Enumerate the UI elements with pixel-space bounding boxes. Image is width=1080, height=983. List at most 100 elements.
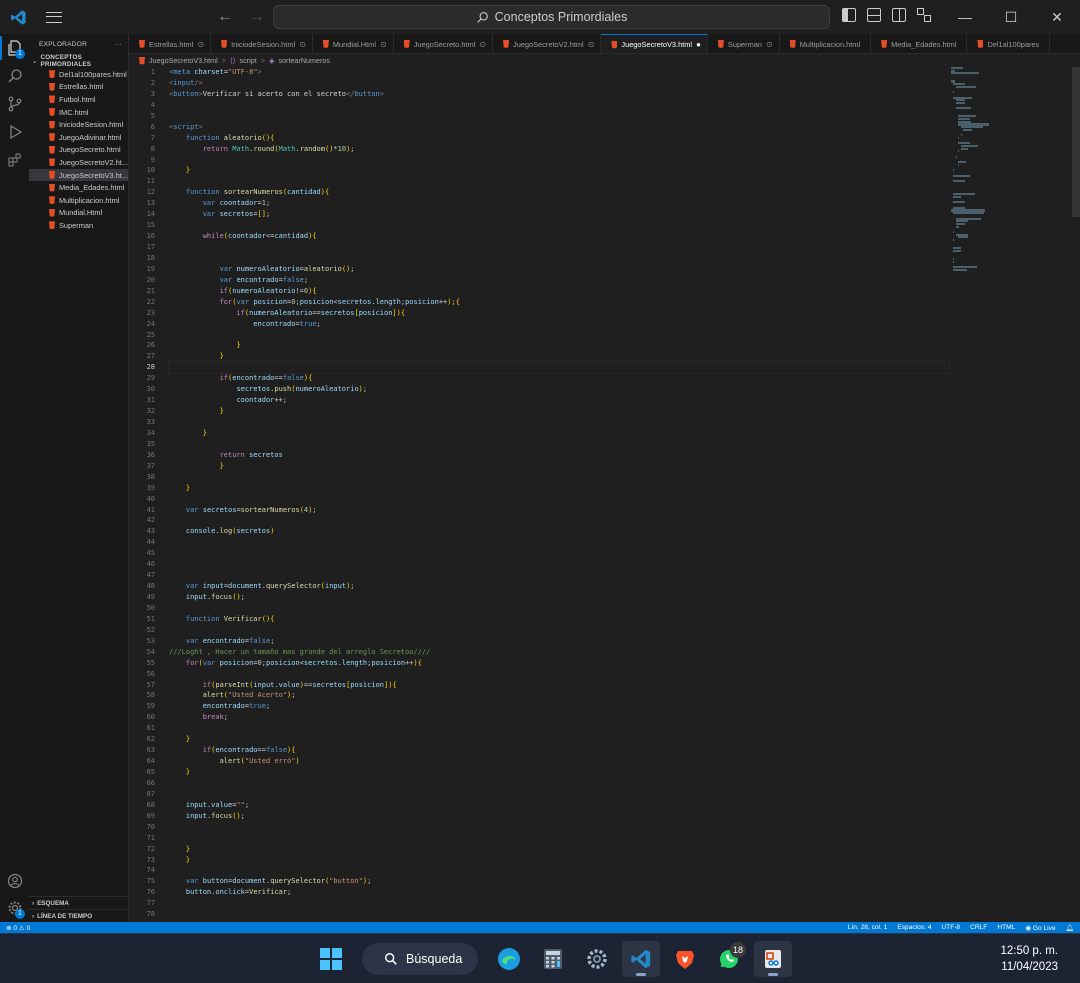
explorer-icon[interactable]: 1: [0, 34, 29, 62]
file-item[interactable]: Multiplicacion.html: [29, 194, 128, 207]
explorer-more-icon[interactable]: ···: [115, 41, 122, 48]
command-center-search[interactable]: Conceptos Primordiales: [273, 5, 830, 29]
code-line[interactable]: [169, 559, 949, 570]
code-line[interactable]: }: [169, 165, 949, 176]
code-line[interactable]: [169, 898, 949, 909]
file-item[interactable]: Del1al100pares.html: [29, 68, 128, 81]
code-line[interactable]: }: [169, 340, 949, 351]
toggle-secondary-sidebar-icon[interactable]: [892, 8, 906, 22]
code-line[interactable]: [169, 515, 949, 526]
encoding-status[interactable]: UTF-8: [941, 924, 960, 931]
code-line[interactable]: if(numeroAleatorio==secretos[posicion]){: [169, 308, 949, 319]
eol-status[interactable]: CRLF: [970, 924, 987, 931]
edge-browser-icon[interactable]: [490, 941, 528, 977]
forward-arrow-icon[interactable]: →: [246, 6, 268, 28]
vscode-taskbar-icon[interactable]: [622, 941, 660, 977]
code-line[interactable]: var numeroAleatorio=aleatorio();: [169, 264, 949, 275]
file-item[interactable]: Media_Edades.html: [29, 181, 128, 194]
close-button[interactable]: ✕: [1034, 0, 1080, 34]
taskbar-search[interactable]: Búsqueda: [362, 943, 478, 975]
system-clock[interactable]: 12:50 p. m. 11/04/2023: [1000, 943, 1058, 975]
editor-tab[interactable]: JuegoSecretoV3.html ●: [601, 34, 708, 53]
code-line[interactable]: console.log(secretos): [169, 526, 949, 537]
tab-close-icon[interactable]: ⊙: [479, 40, 486, 49]
file-item[interactable]: Mundial.Html: [29, 207, 128, 220]
code-line[interactable]: [169, 220, 949, 231]
code-line[interactable]: [169, 253, 949, 264]
editor-tab[interactable]: Mundial.Html ⊙: [313, 34, 394, 53]
code-line[interactable]: function sortearNumeros(cantidad){: [169, 187, 949, 198]
code-area[interactable]: <meta charset="UTF-8"> <input/> <button>Ve…: [168, 67, 950, 920]
code-line[interactable]: secretos.push(numeroAleatorio);: [169, 384, 949, 395]
tab-close-icon[interactable]: ⊙: [299, 40, 306, 49]
file-item[interactable]: JuegoSecreto.html: [29, 144, 128, 157]
code-line[interactable]: input.value="";: [169, 800, 949, 811]
code-line[interactable]: function Verificar(){: [169, 614, 949, 625]
brave-browser-icon[interactable]: [666, 941, 704, 977]
code-line[interactable]: [169, 439, 949, 450]
code-line[interactable]: }: [169, 734, 949, 745]
code-line[interactable]: [169, 494, 949, 505]
code-line[interactable]: [169, 537, 949, 548]
editor-tab[interactable]: JuegoSecretoV2.html ⊙: [493, 34, 602, 53]
search-activity-icon[interactable]: [0, 62, 29, 90]
code-line[interactable]: alert("Usted erró"): [169, 756, 949, 767]
code-line[interactable]: var coontador=1;: [169, 198, 949, 209]
code-line[interactable]: [169, 472, 949, 483]
breadcrumb-item-script[interactable]: script: [240, 56, 257, 65]
customize-layout-icon[interactable]: [917, 8, 931, 22]
code-line[interactable]: [168, 361, 950, 375]
language-mode[interactable]: HTML: [997, 924, 1015, 931]
windows-start-icon[interactable]: [312, 941, 350, 977]
code-line[interactable]: [169, 865, 949, 876]
tab-close-icon[interactable]: ⊙: [197, 40, 204, 49]
code-line[interactable]: [169, 603, 949, 614]
file-item[interactable]: JuegoSecretoV2.ht...: [29, 156, 128, 169]
code-line[interactable]: <input/>: [169, 78, 949, 89]
account-icon[interactable]: [0, 867, 29, 895]
whatsapp-icon[interactable]: 18: [710, 941, 748, 977]
code-line[interactable]: function aleatorio(){: [169, 133, 949, 144]
code-line[interactable]: input.focus();: [169, 592, 949, 603]
editor-tab[interactable]: Del1al100pares: [967, 34, 1051, 53]
indentation-status[interactable]: Espacios: 4: [897, 924, 931, 931]
code-line[interactable]: [169, 778, 949, 789]
code-line[interactable]: var input=document.querySelector(input);: [169, 581, 949, 592]
code-line[interactable]: }: [169, 855, 949, 866]
editor-tab[interactable]: IniciodeSesion.html ⊙: [211, 34, 313, 53]
code-line[interactable]: var secretos=[];: [169, 209, 949, 220]
code-line[interactable]: ///Loght , Hacer un tamaño mas grande de…: [169, 647, 949, 658]
code-line[interactable]: [169, 822, 949, 833]
code-line[interactable]: for(var posicion=0;posicion<secretos.len…: [169, 297, 949, 308]
code-line[interactable]: [169, 548, 949, 559]
code-line[interactable]: [169, 176, 949, 187]
code-line[interactable]: [169, 100, 949, 111]
run-debug-icon[interactable]: [0, 118, 29, 146]
notifications-bell-icon[interactable]: 🔔︎: [1066, 924, 1074, 932]
cursor-position[interactable]: Lín. 28, col. 1: [848, 924, 888, 931]
code-line[interactable]: }: [169, 351, 949, 362]
code-line[interactable]: [169, 155, 949, 166]
code-line[interactable]: return secretos: [169, 450, 949, 461]
code-line[interactable]: coontador++;: [169, 395, 949, 406]
file-item[interactable]: Futbol.html: [29, 93, 128, 106]
file-item[interactable]: Estrellas.html: [29, 81, 128, 94]
code-line[interactable]: var secretos=sortearNumeros(4);: [169, 505, 949, 516]
editor-tab[interactable]: Superman ⊙: [708, 34, 780, 53]
code-line[interactable]: if(parseInt(input.value)==secretos[posic…: [169, 680, 949, 691]
code-line[interactable]: [169, 833, 949, 844]
code-line[interactable]: [169, 111, 949, 122]
maximize-button[interactable]: ☐: [988, 0, 1034, 34]
code-line[interactable]: if(numeroAleatorio!=0){: [169, 286, 949, 297]
file-item[interactable]: JuegoSecretoV3.ht...: [29, 168, 128, 182]
code-line[interactable]: }: [169, 461, 949, 472]
calculator-icon[interactable]: [534, 941, 572, 977]
settings-app-icon[interactable]: [578, 941, 616, 977]
code-line[interactable]: }: [169, 483, 949, 494]
code-line[interactable]: encontrado=true;: [169, 319, 949, 330]
code-line[interactable]: [169, 789, 949, 800]
code-line[interactable]: [169, 570, 949, 581]
code-line[interactable]: break;: [169, 712, 949, 723]
timeline-section[interactable]: › LÍNEA DE TIEMPO: [29, 909, 129, 922]
code-line[interactable]: input.focus();: [169, 811, 949, 822]
